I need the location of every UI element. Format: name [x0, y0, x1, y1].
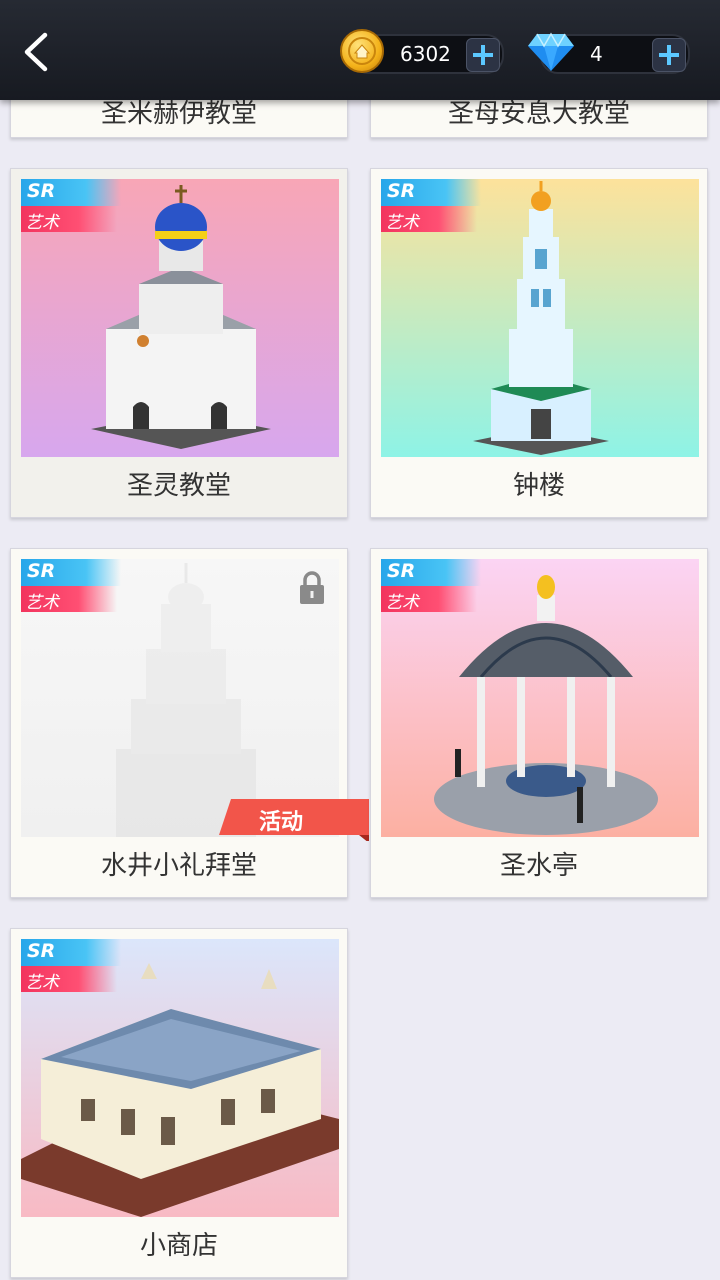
- plus-icon: [473, 45, 493, 65]
- rarity-label: SR: [387, 180, 416, 202]
- event-ribbon: 活动: [219, 799, 369, 841]
- lock-icon: [300, 571, 324, 604]
- rarity-label: SR: [27, 180, 56, 202]
- card-title: 小商店: [139, 1231, 218, 1261]
- rarity-label: SR: [27, 560, 56, 582]
- card-title: 圣灵教堂: [126, 471, 231, 501]
- rarity-badge: SR 艺术: [21, 179, 121, 235]
- top-bar: 6302 4: [0, 0, 720, 100]
- category-label: 艺术: [385, 213, 419, 233]
- building-card-holy-spirit-church[interactable]: SR 艺术 圣灵教堂: [10, 168, 348, 518]
- card-title: 钟楼: [512, 471, 565, 501]
- add-gems-button[interactable]: [652, 38, 686, 72]
- gem-amount: 4: [590, 42, 603, 66]
- card-title: 水井小礼拜堂: [100, 851, 257, 881]
- building-card-well-chapel[interactable]: SR 艺术 活动 水井小礼拜堂: [10, 548, 369, 898]
- category-label: 艺术: [385, 593, 419, 613]
- diamond-icon: [528, 32, 574, 71]
- coin-amount: 6302: [400, 42, 451, 66]
- building-card-holy-water-pavilion[interactable]: SR 艺术 圣水亭: [370, 548, 708, 898]
- category-label: 艺术: [25, 973, 59, 993]
- rarity-badge: SR 艺术: [381, 179, 481, 235]
- rarity-badge: SR 艺术: [21, 559, 121, 615]
- category-label: 艺术: [25, 593, 59, 613]
- building-card-small-shop[interactable]: SR 艺术 小商店: [10, 928, 348, 1278]
- rarity-badge: SR 艺术: [381, 559, 481, 615]
- back-arrow-icon[interactable]: [18, 30, 58, 74]
- rarity-badge: SR 艺术: [21, 939, 121, 995]
- category-label: 艺术: [25, 213, 59, 233]
- plus-icon: [659, 45, 679, 65]
- rarity-label: SR: [387, 560, 416, 582]
- card-title: 圣水亭: [499, 851, 578, 881]
- rarity-label: SR: [27, 940, 56, 962]
- coin-icon: [340, 29, 384, 73]
- building-card-bell-tower[interactable]: SR 艺术 钟楼: [370, 168, 708, 518]
- add-coins-button[interactable]: [466, 38, 500, 72]
- event-label: 活动: [259, 810, 304, 835]
